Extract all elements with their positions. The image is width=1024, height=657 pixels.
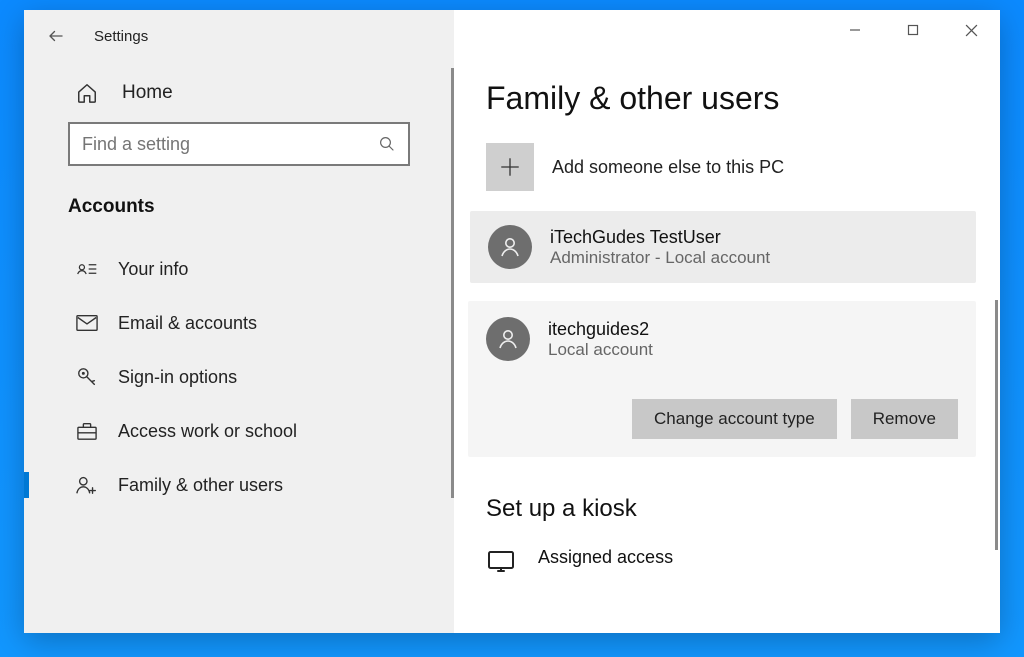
change-account-type-button[interactable]: Change account type: [632, 399, 837, 439]
kiosk-item-title: Assigned access: [538, 547, 673, 568]
search-input[interactable]: [82, 134, 378, 155]
sidebar-item-label: Your info: [118, 259, 188, 280]
add-user-label: Add someone else to this PC: [552, 157, 784, 178]
sidebar-item-signin[interactable]: Sign-in options: [24, 350, 454, 404]
close-button[interactable]: [942, 10, 1000, 50]
arrow-left-icon: [47, 27, 65, 45]
page-title: Family & other users: [486, 80, 1000, 117]
plus-icon: [486, 143, 534, 191]
add-user-row[interactable]: Add someone else to this PC: [486, 141, 1000, 193]
user-card[interactable]: itechguides2 Local account: [468, 301, 976, 371]
window-controls: [826, 10, 1000, 50]
sidebar-item-label: Family & other users: [118, 475, 283, 496]
user-actions: Change account type Remove: [468, 389, 976, 457]
sidebar-nav: Your info Email & accounts Sign-in optio…: [24, 236, 454, 512]
user-name: iTechGudes TestUser: [550, 227, 770, 248]
mail-icon: [74, 314, 100, 332]
sidebar-item-label: Email & accounts: [118, 313, 257, 334]
content-pane: Family & other users Add someone else to…: [454, 10, 1000, 633]
settings-window: Settings Home Accounts Your info: [24, 10, 1000, 633]
nav-home[interactable]: Home: [24, 62, 454, 122]
sidebar-item-work-school[interactable]: Access work or school: [24, 404, 454, 458]
search-box[interactable]: [68, 122, 410, 166]
maximize-button[interactable]: [884, 10, 942, 50]
user-card-icon: [74, 260, 100, 278]
window-title: Settings: [94, 28, 148, 45]
title-bar: Settings: [24, 10, 454, 62]
sidebar-section-header: Accounts: [24, 166, 454, 236]
kiosk-lines: Assigned access: [538, 547, 673, 568]
people-add-icon: [74, 474, 100, 496]
nav-home-label: Home: [122, 82, 173, 104]
user-info: iTechGudes TestUser Administrator - Loca…: [550, 227, 770, 268]
sidebar-item-family[interactable]: Family & other users: [24, 458, 454, 512]
remove-user-button[interactable]: Remove: [851, 399, 958, 439]
kiosk-item[interactable]: Assigned access: [486, 547, 1000, 577]
minimize-button[interactable]: [826, 10, 884, 50]
sidebar-item-label: Access work or school: [118, 421, 297, 442]
content-scrollbar[interactable]: [995, 300, 998, 550]
user-card[interactable]: iTechGudes TestUser Administrator - Loca…: [470, 211, 976, 283]
sidebar-item-your-info[interactable]: Your info: [24, 242, 454, 296]
monitor-icon: [486, 549, 516, 577]
sidebar: Settings Home Accounts Your info: [24, 10, 454, 633]
sidebar-item-email[interactable]: Email & accounts: [24, 296, 454, 350]
kiosk-heading: Set up a kiosk: [486, 495, 1000, 523]
avatar: [486, 317, 530, 361]
user-role: Local account: [548, 340, 653, 360]
user-info: itechguides2 Local account: [548, 319, 653, 360]
search-icon: [378, 135, 396, 153]
sidebar-item-label: Sign-in options: [118, 367, 237, 388]
home-icon: [74, 82, 100, 104]
user-name: itechguides2: [548, 319, 653, 340]
avatar: [488, 225, 532, 269]
key-icon: [74, 366, 100, 388]
user-card-expanded: itechguides2 Local account Change accoun…: [468, 301, 976, 457]
user-role: Administrator - Local account: [550, 248, 770, 268]
briefcase-icon: [74, 421, 100, 441]
back-button[interactable]: [36, 16, 76, 56]
